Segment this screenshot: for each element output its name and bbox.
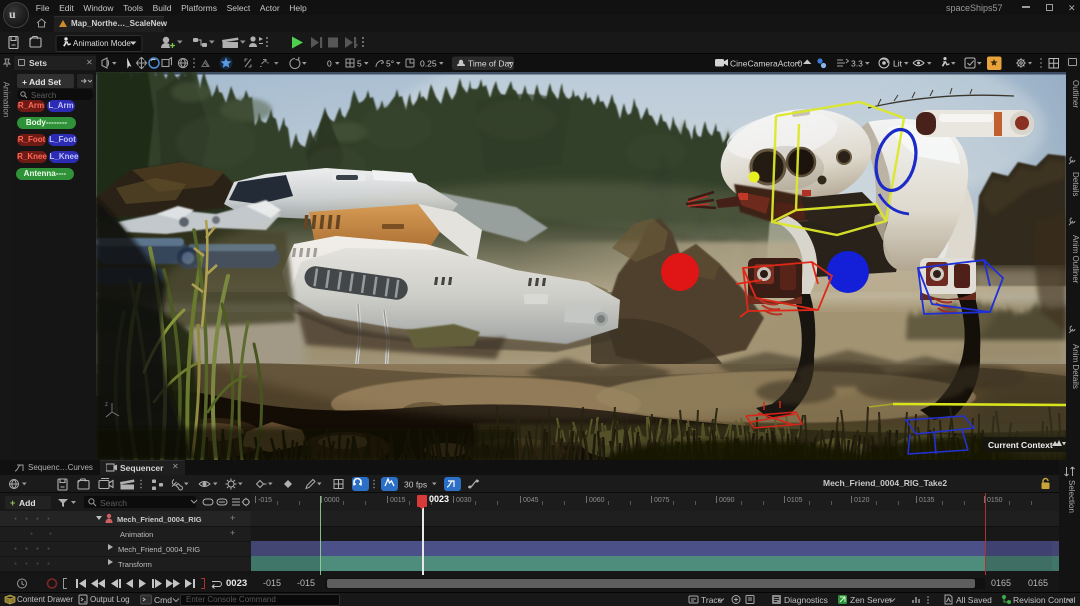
svg-text:30 fps: 30 fps (404, 480, 427, 490)
svg-text:0090: 0090 (719, 497, 735, 504)
svg-text:0135: 0135 (919, 497, 935, 504)
svg-text:Time of Day: Time of Day (468, 59, 514, 69)
svg-text:0060: 0060 (589, 497, 605, 504)
svg-text:0000: 0000 (324, 497, 340, 504)
svg-text:5°: 5° (386, 59, 394, 69)
svg-text:0120: 0120 (854, 497, 870, 504)
svg-text:0.25: 0.25 (420, 59, 437, 69)
svg-text:0030: 0030 (456, 497, 472, 504)
svg-text:0105: 0105 (787, 497, 803, 504)
svg-text:-015: -015 (258, 497, 272, 504)
svg-text:CineCameraActor0: CineCameraActor0 (730, 59, 803, 69)
svg-text:5: 5 (357, 59, 362, 69)
svg-text:Animation Mode: Animation Mode (73, 39, 131, 48)
svg-text:Lit: Lit (893, 59, 903, 69)
svg-text:z: z (105, 402, 108, 408)
svg-text:Current Context: Current Context (988, 440, 1053, 450)
svg-text:0: 0 (327, 59, 332, 69)
svg-text:0075: 0075 (654, 497, 670, 504)
svg-text:0045: 0045 (523, 497, 539, 504)
svg-text:0015: 0015 (390, 497, 406, 504)
svg-text:0150: 0150 (987, 497, 1003, 504)
svg-text:3.3: 3.3 (851, 59, 863, 69)
